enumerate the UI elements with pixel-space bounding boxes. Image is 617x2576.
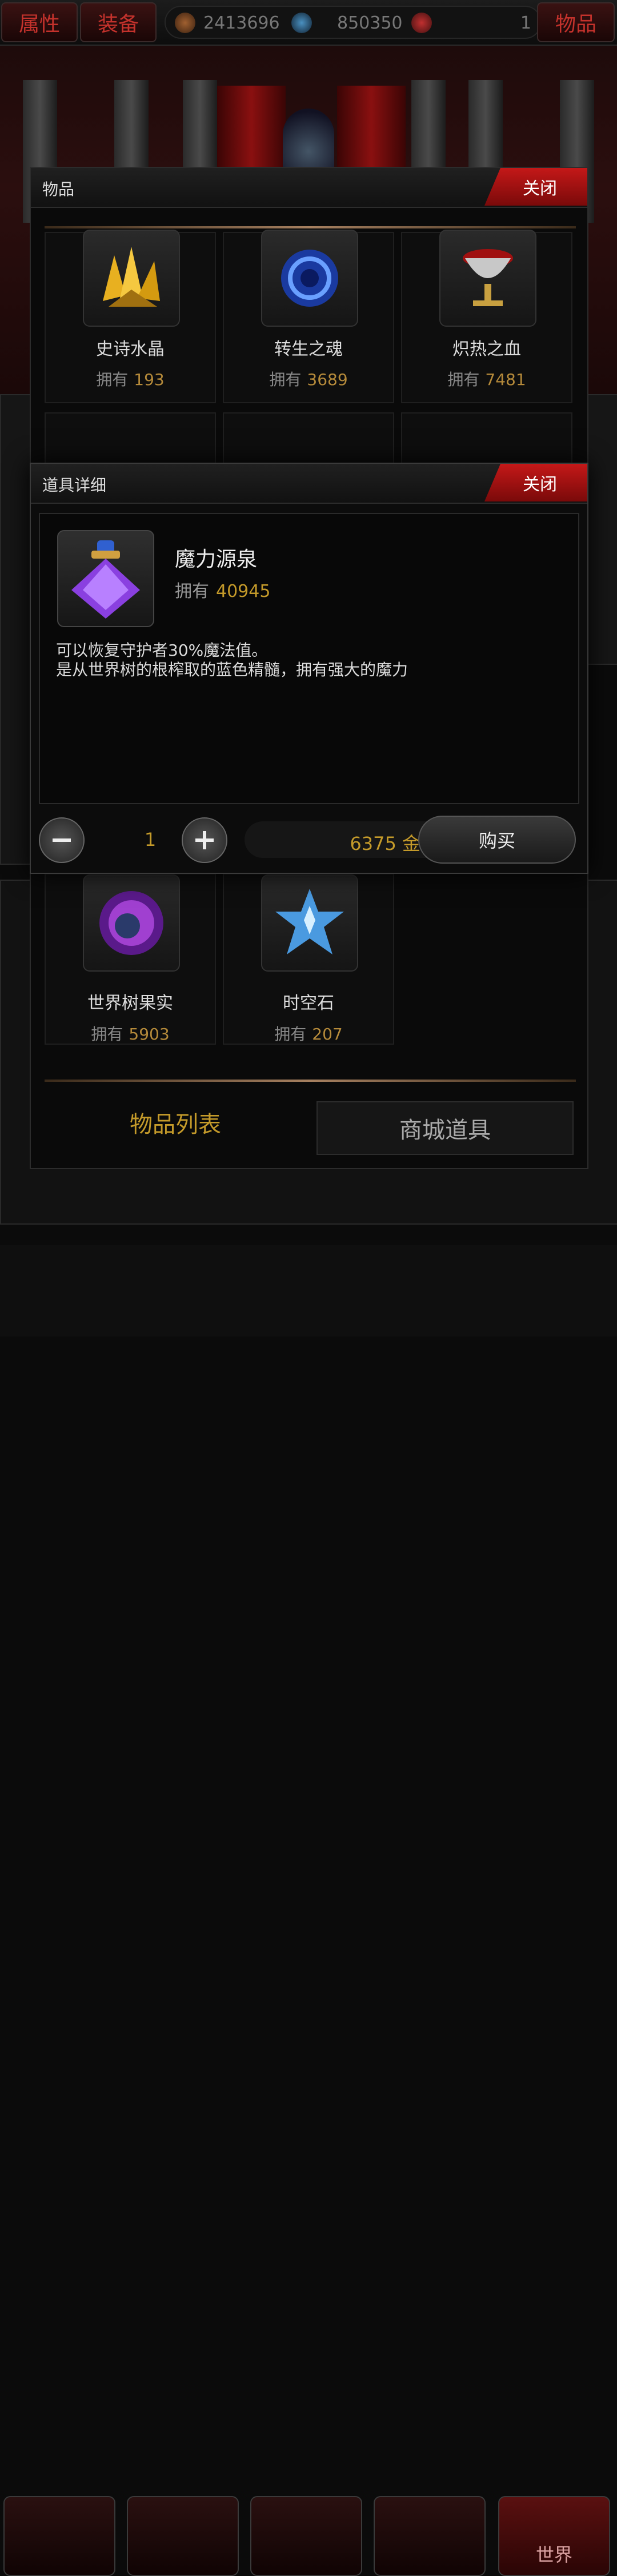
decrease-button[interactable]	[39, 817, 85, 863]
item-name: 炽热之血	[452, 339, 521, 359]
blue-gem-icon	[291, 13, 312, 33]
item-owned: 拥有 207	[274, 1025, 343, 1044]
plus-icon	[195, 831, 214, 849]
items-close-button[interactable]: 关闭	[484, 168, 587, 206]
minus-icon	[53, 838, 71, 842]
nav-button[interactable]	[374, 2496, 486, 2576]
item-name: 史诗水晶	[96, 339, 165, 359]
divider	[45, 226, 576, 228]
attributes-button[interactable]: 属性	[1, 2, 78, 42]
token-currency	[411, 11, 440, 34]
items-panel-title: 物品	[42, 180, 75, 199]
blue-swirl-icon	[261, 230, 358, 327]
gem-amount: 850350	[337, 13, 403, 33]
item-name: 世界树果实	[87, 993, 173, 1013]
equipment-button[interactable]: 装备	[80, 2, 157, 42]
gem-currency: 850350	[291, 11, 403, 34]
detail-owned: 拥有 40945	[175, 581, 271, 601]
items-button[interactable]: 物品	[537, 2, 615, 42]
item-detail-dialog: 道具详细 关闭 魔力源泉 拥有 40945 可以恢复守护者30%魔法值。 是从世界…	[30, 463, 588, 874]
detail-content: 魔力源泉 拥有 40945 可以恢复守护者30%魔法值。 是从世界树的根榨取的蓝色…	[39, 513, 579, 804]
gold-coin-icon	[175, 13, 195, 33]
blood-chalice-icon	[439, 230, 536, 327]
item-cell[interactable]: 史诗水晶 拥有 193	[45, 230, 216, 403]
gold-amount: 2413696	[203, 13, 280, 33]
star-crystal-icon	[261, 874, 358, 972]
crystal-cluster-icon	[83, 230, 180, 327]
purple-orb-icon	[83, 874, 180, 972]
buy-button[interactable]: 购买	[418, 816, 576, 864]
bottom-nav: 世界	[0, 1245, 617, 2576]
detail-close-button[interactable]: 关闭	[484, 464, 587, 501]
currency-strip: 2413696 850350 1	[165, 6, 542, 39]
tab-shop-items[interactable]: 商城道具	[316, 1101, 574, 1155]
nav-button[interactable]	[127, 2496, 239, 2576]
purchase-row: 1 6375 金币 购买	[39, 814, 579, 866]
detail-header: 道具详细 关闭	[31, 464, 587, 504]
item-cell[interactable]: 转生之魂 拥有 3689	[223, 230, 394, 403]
nav-world-button[interactable]: 世界	[498, 2496, 610, 2576]
item-owned: 拥有 193	[96, 370, 165, 389]
token-amount: 1	[520, 13, 531, 33]
item-cell[interactable]: 世界树果实 拥有 5903	[45, 873, 216, 1045]
token-amount-wrap: 1	[520, 11, 531, 34]
nav-button[interactable]	[3, 2496, 115, 2576]
item-cell[interactable]: 炽热之血 拥有 7481	[401, 230, 572, 403]
description-line: 可以恢复守护者30%魔法值。	[56, 641, 268, 660]
items-panel-header: 物品 关闭	[31, 168, 587, 208]
item-owned: 拥有 7481	[447, 370, 526, 389]
increase-button[interactable]	[182, 817, 227, 863]
mana-potion-icon	[57, 530, 154, 627]
detail-title: 道具详细	[42, 476, 107, 495]
item-owned: 拥有 5903	[91, 1025, 170, 1044]
gold-currency: 2413696	[175, 11, 280, 34]
top-bar: 属性 装备 2413696 850350 1 物品	[0, 0, 617, 46]
red-token-icon	[411, 13, 432, 33]
item-cell[interactable]: 时空石 拥有 207	[223, 873, 394, 1045]
tab-item-list[interactable]: 物品列表	[41, 1089, 310, 1156]
description-line: 是从世界树的根榨取的蓝色精髓，拥有强大的魔力	[56, 660, 408, 679]
divider	[45, 1080, 576, 1082]
item-owned: 拥有 3689	[269, 370, 348, 389]
nav-world-label: 世界	[535, 2544, 572, 2566]
item-name: 转生之魂	[274, 339, 343, 359]
detail-item-name: 魔力源泉	[175, 548, 258, 571]
nav-button[interactable]	[250, 2496, 362, 2576]
item-name: 时空石	[283, 993, 334, 1013]
detail-description: 可以恢复守护者30%魔法值。 是从世界树的根榨取的蓝色精髓，拥有强大的魔力	[56, 641, 408, 680]
